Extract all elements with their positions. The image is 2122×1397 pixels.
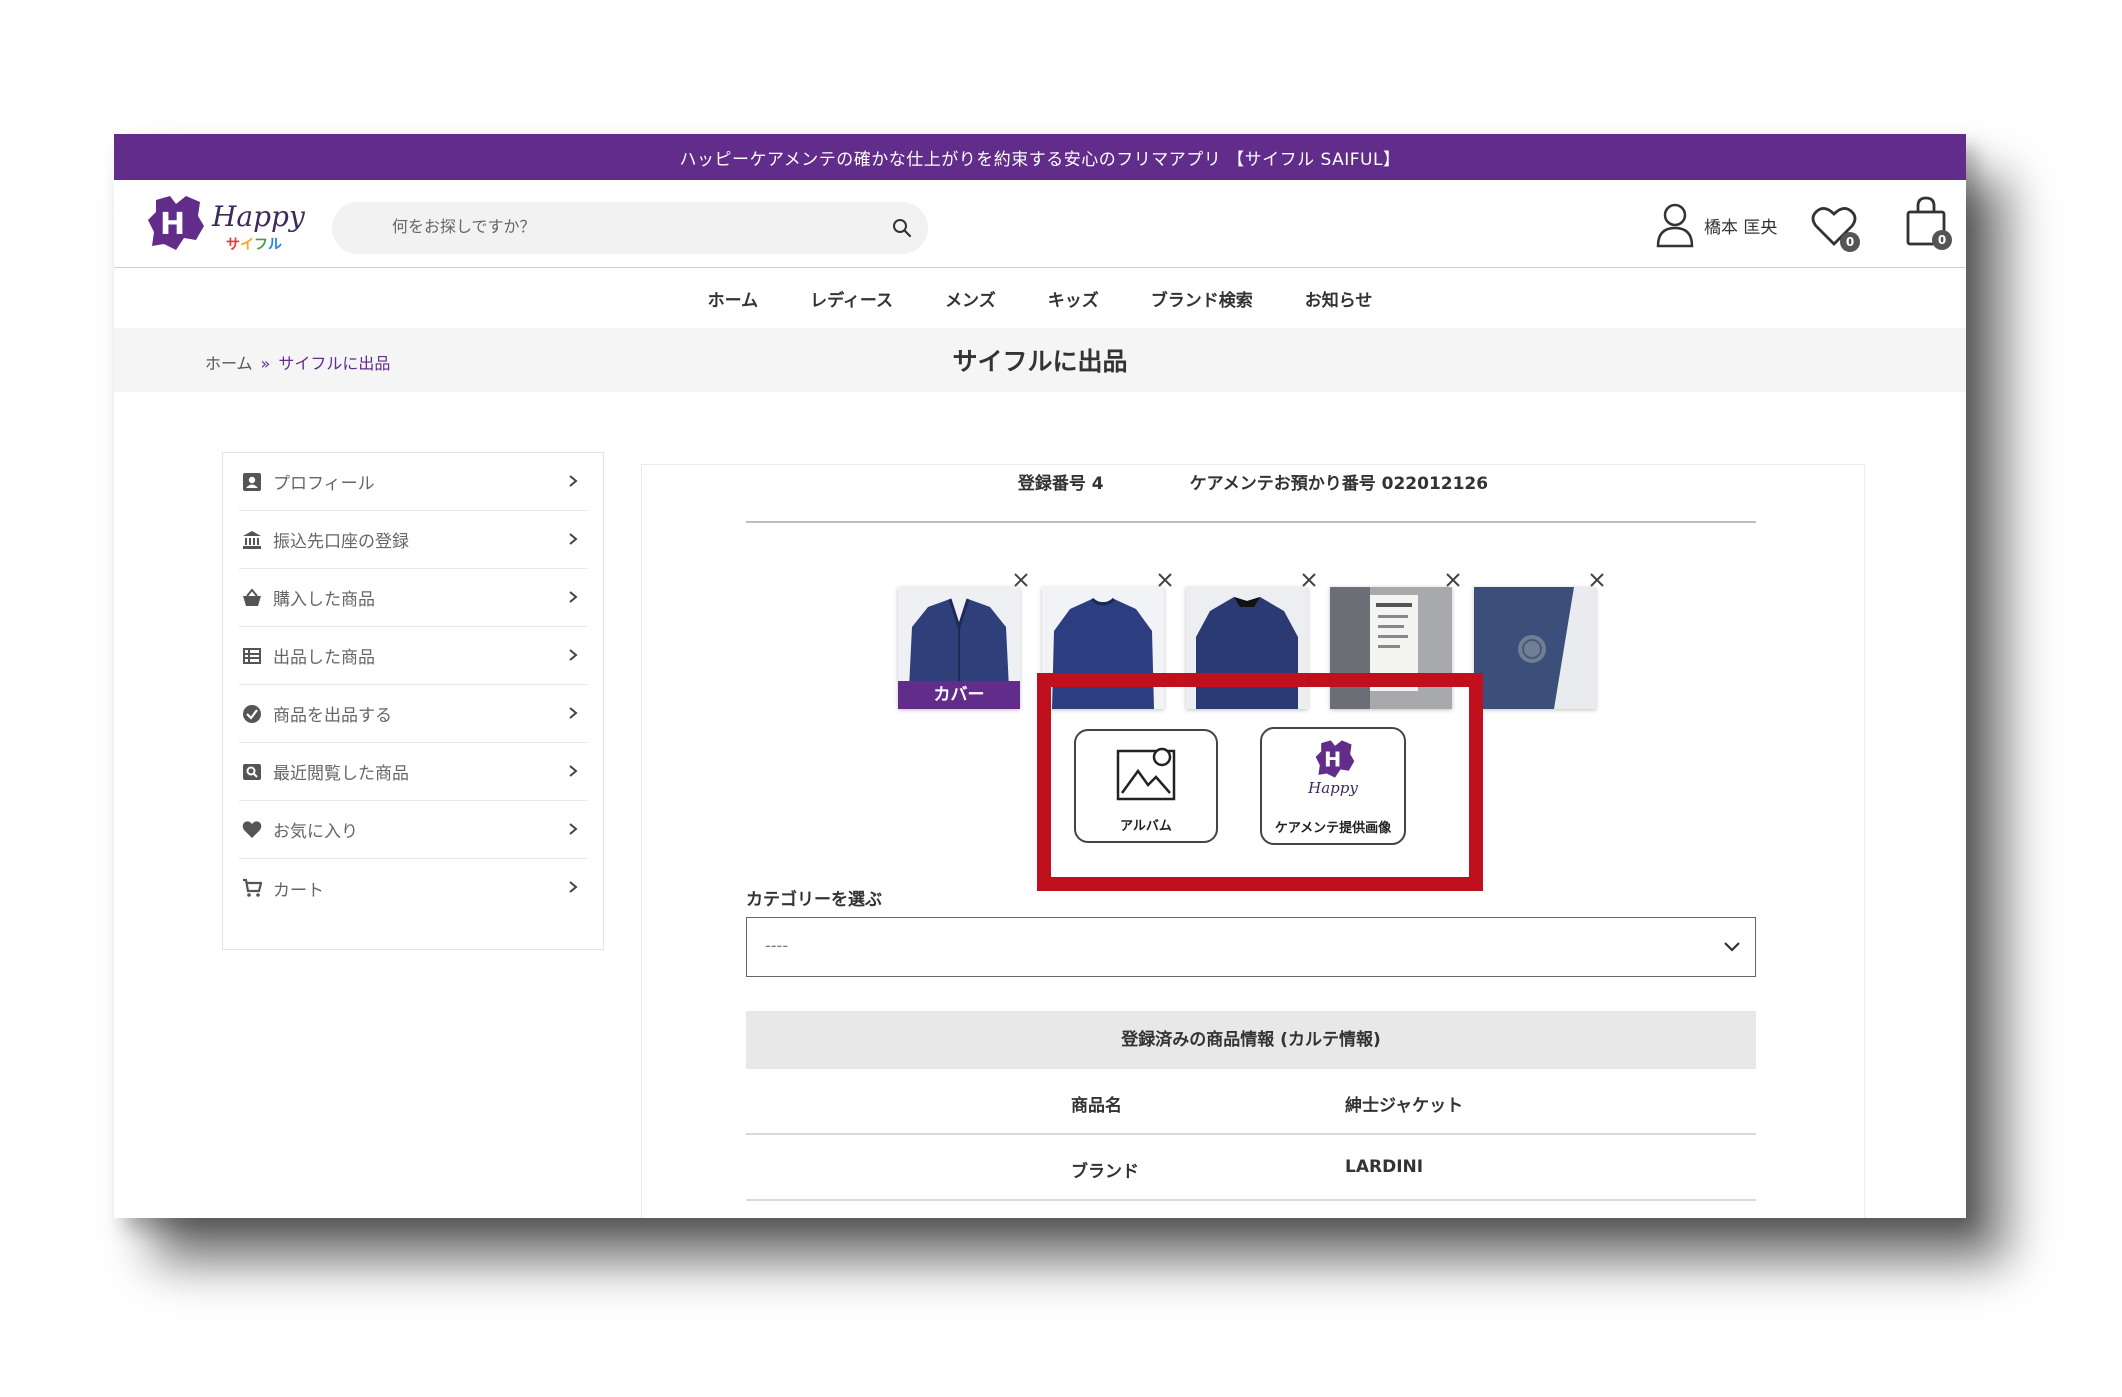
table-row: ブランド LARDINI bbox=[746, 1135, 1756, 1201]
chevron-down-icon bbox=[1724, 942, 1740, 952]
sidebar-item-label: お気に入り bbox=[273, 822, 358, 842]
banner-text: ハッピーケアメンテの確かな仕上がりを約束する安心のフリマアプリ 【サイフル SA… bbox=[679, 149, 1401, 170]
main-nav: ホーム レディース メンズ キッズ ブランド検索 お知らせ bbox=[114, 268, 1966, 328]
cart-count-badge: 0 bbox=[1932, 230, 1952, 250]
sidebar-item-label: プロフィール bbox=[273, 474, 375, 494]
cart-button[interactable]: 0 bbox=[1904, 196, 1960, 252]
nav-item-ladies[interactable]: レディース bbox=[810, 286, 893, 311]
image-icon bbox=[1116, 747, 1176, 801]
row-key: ブランド bbox=[1071, 1162, 1139, 1182]
nav-item-home[interactable]: ホーム bbox=[708, 286, 759, 311]
registration-number: 登録番号 4 bbox=[1017, 474, 1104, 494]
breadcrumb: ホーム » サイフルに出品 bbox=[205, 350, 390, 374]
chevron-right-icon bbox=[569, 765, 578, 777]
svg-text:H: H bbox=[160, 207, 185, 242]
product-info-heading: 登録済みの商品情報 (カルテ情報) bbox=[746, 1011, 1756, 1069]
album-label: アルバム bbox=[1120, 819, 1172, 834]
chevron-right-icon bbox=[569, 707, 578, 719]
breadcrumb-home[interactable]: ホーム bbox=[205, 354, 253, 373]
sidebar-item-listed[interactable]: 出品した商品 bbox=[239, 627, 587, 685]
chevron-right-icon bbox=[569, 533, 578, 545]
sidebar-item-label: 振込先口座の登録 bbox=[273, 532, 409, 552]
sidebar-item-label: 最近閲覧した商品 bbox=[273, 764, 409, 784]
user-name: 橋本 匡央 bbox=[1704, 217, 1778, 238]
row-key: 商品名 bbox=[1071, 1096, 1122, 1116]
close-icon[interactable] bbox=[1300, 571, 1318, 589]
sidebar-item-cart[interactable]: カート bbox=[239, 859, 587, 917]
heart-icon bbox=[241, 819, 263, 841]
svg-text:H: H bbox=[1324, 748, 1341, 772]
close-icon[interactable] bbox=[1588, 571, 1606, 589]
recent-view-icon bbox=[241, 761, 263, 783]
provided-logo-text: Happy bbox=[1308, 779, 1358, 797]
registration-info: 登録番号 4 ケアメンテお預かり番号 022012126 bbox=[642, 469, 1864, 494]
chevron-right-icon bbox=[569, 649, 578, 661]
provided-image-button[interactable]: H Happy ケアメンテ提供画像 bbox=[1260, 727, 1406, 845]
user-icon bbox=[1656, 203, 1694, 248]
category-select[interactable]: ---- bbox=[746, 917, 1756, 977]
logo-mark-icon: H bbox=[148, 196, 204, 250]
list-icon bbox=[241, 645, 263, 667]
breadcrumb-separator: » bbox=[260, 354, 271, 373]
site-header: H Happy サイフル 橋本 匡央 0 bbox=[114, 180, 1966, 268]
profile-icon bbox=[241, 471, 263, 493]
search-icon[interactable] bbox=[890, 216, 914, 240]
cart-icon bbox=[241, 877, 263, 899]
sidebar-item-profile[interactable]: プロフィール bbox=[239, 453, 587, 511]
row-value: LARDINI bbox=[1345, 1157, 1424, 1177]
sidebar-item-label: カート bbox=[273, 880, 324, 901]
row-value: 紳士ジャケット bbox=[1345, 1096, 1464, 1116]
sidebar-item-recent[interactable]: 最近閲覧した商品 bbox=[239, 743, 587, 801]
close-icon[interactable] bbox=[1156, 571, 1174, 589]
album-button[interactable]: アルバム bbox=[1074, 729, 1218, 843]
check-circle-icon bbox=[241, 703, 263, 725]
chevron-right-icon bbox=[569, 881, 578, 893]
care-number: ケアメンテお預かり番号 022012126 bbox=[1189, 474, 1489, 494]
close-icon[interactable] bbox=[1444, 571, 1462, 589]
nav-item-mens[interactable]: メンズ bbox=[945, 286, 996, 311]
divider bbox=[746, 521, 1756, 523]
sidebar-item-sell[interactable]: 商品を出品する bbox=[239, 685, 587, 743]
account-sidebar: プロフィール 振込先口座の登録 購入した商品 出品した商品 商品を出品する 最近… bbox=[222, 452, 604, 950]
sidebar-item-purchased[interactable]: 購入した商品 bbox=[239, 569, 587, 627]
button-detail-image bbox=[1474, 587, 1596, 709]
close-icon[interactable] bbox=[1012, 571, 1030, 589]
sidebar-item-bank-account[interactable]: 振込先口座の登録 bbox=[239, 511, 587, 569]
sidebar-item-favorites[interactable]: お気に入り bbox=[239, 801, 587, 859]
nav-item-brand-search[interactable]: ブランド検索 bbox=[1151, 286, 1253, 311]
user-account[interactable]: 橋本 匡央 bbox=[1654, 202, 1777, 248]
product-image-thumbnail[interactable] bbox=[1474, 587, 1596, 709]
listing-form: 登録番号 4 ケアメンテお預かり番号 022012126 カバー アルバム H … bbox=[641, 464, 1865, 1218]
table-row: 商品名 紳士ジャケット bbox=[746, 1069, 1756, 1135]
category-label: カテゴリーを選ぶ bbox=[746, 890, 882, 910]
chevron-right-icon bbox=[569, 823, 578, 835]
breadcrumb-bar: サイフルに出品 ホーム » サイフルに出品 bbox=[114, 328, 1966, 392]
provided-image-label: ケアメンテ提供画像 bbox=[1274, 821, 1392, 836]
bank-icon bbox=[241, 529, 263, 551]
logo-subtext: サイフル bbox=[226, 237, 282, 253]
chevron-right-icon bbox=[569, 475, 578, 487]
announcement-banner: ハッピーケアメンテの確かな仕上がりを約束する安心のフリマアプリ 【サイフル SA… bbox=[114, 134, 1966, 180]
sidebar-item-label: 出品した商品 bbox=[273, 648, 375, 668]
nav-item-news[interactable]: お知らせ bbox=[1305, 286, 1373, 311]
wishlist-button[interactable]: 0 bbox=[1810, 204, 1866, 254]
happy-logo-icon: H bbox=[1315, 740, 1355, 778]
breadcrumb-current: サイフルに出品 bbox=[278, 354, 391, 373]
sidebar-item-label: 購入した商品 bbox=[273, 590, 375, 610]
sidebar-item-label: 商品を出品する bbox=[273, 706, 392, 726]
search-input[interactable] bbox=[332, 202, 928, 254]
nav-item-kids[interactable]: キッズ bbox=[1048, 286, 1099, 311]
product-image-thumbnail[interactable]: カバー bbox=[898, 587, 1020, 709]
wishlist-count-badge: 0 bbox=[1840, 232, 1860, 252]
category-value: ---- bbox=[765, 936, 789, 955]
logo-text: Happy bbox=[212, 200, 305, 233]
screenshot-frame: ハッピーケアメンテの確かな仕上がりを約束する安心のフリマアプリ 【サイフル SA… bbox=[114, 134, 1966, 1218]
happy-saiful-logo[interactable]: H Happy サイフル bbox=[146, 194, 306, 256]
search-bar bbox=[332, 202, 928, 254]
cover-label: カバー bbox=[898, 681, 1020, 709]
page-title: サイフルに出品 bbox=[952, 347, 1128, 376]
chevron-right-icon bbox=[569, 591, 578, 603]
basket-icon bbox=[241, 587, 263, 609]
